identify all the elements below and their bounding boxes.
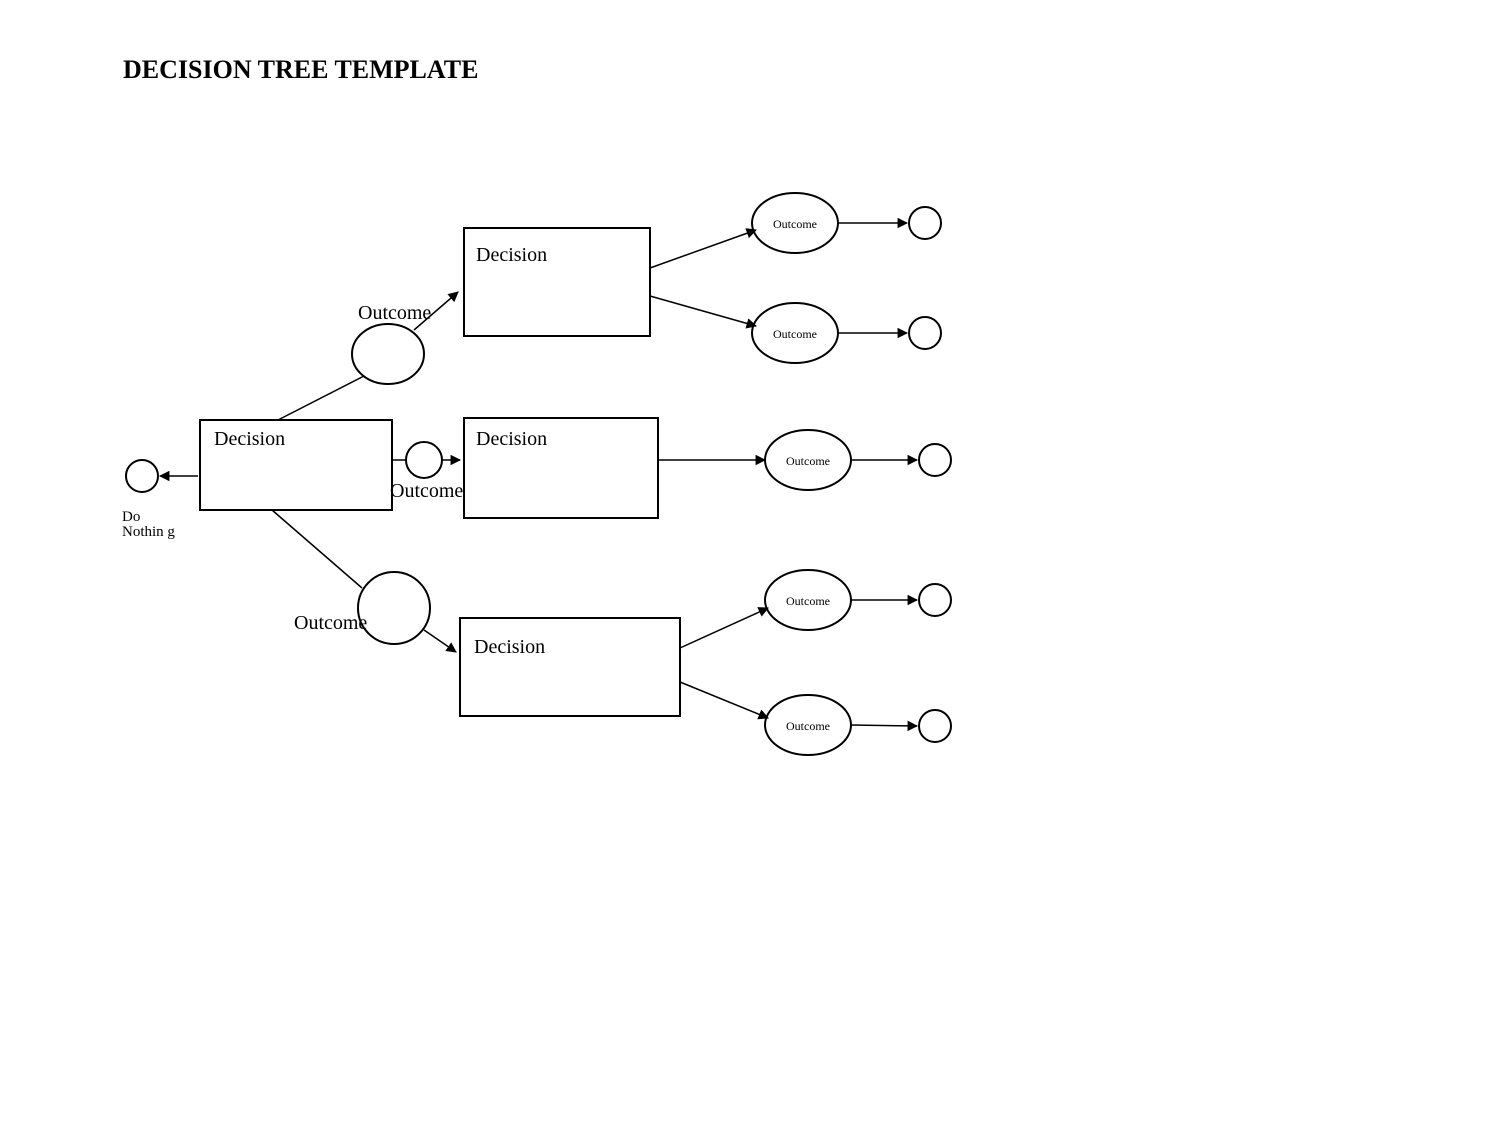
- outcome-bottom-label: Outcome: [294, 612, 367, 635]
- outcome-mid-ellipse: [406, 442, 442, 478]
- connector-root-to-outcome-bottom: [272, 510, 362, 588]
- terminal-top-a-icon: [909, 207, 941, 239]
- terminal-bottom-b-icon: [919, 710, 951, 742]
- decision-tree-diagram: DECISION TREE TEMPLATE: [0, 0, 1485, 1147]
- do-nothing-label2: Nothin g: [122, 524, 175, 541]
- connector-decision-top-to-out-b: [650, 296, 756, 326]
- outcome-top-b-label: Outcome: [772, 327, 818, 342]
- do-nothing-terminal-icon: [126, 460, 158, 492]
- connector-decision-bottom-to-out-b: [680, 682, 768, 718]
- connector-out-bottom-b-to-terminal: [851, 725, 917, 726]
- terminal-mid-icon: [919, 444, 951, 476]
- connector-outcome-bottom-to-decision-bottom: [424, 630, 456, 652]
- terminal-top-b-icon: [909, 317, 941, 349]
- outcome-bottom-b-label: Outcome: [785, 719, 831, 734]
- outcome-top-label: Outcome: [358, 302, 431, 325]
- terminal-bottom-a-icon: [919, 584, 951, 616]
- outcome-top-ellipse: [352, 324, 424, 384]
- outcome-top-a-label: Outcome: [772, 217, 818, 232]
- connector-root-to-outcome-top: [278, 376, 364, 420]
- root-decision-label: Decision: [214, 428, 285, 451]
- connector-decision-top-to-out-a: [650, 230, 756, 268]
- outcome-bottom-ellipse: [358, 572, 430, 644]
- decision-top-label: Decision: [476, 244, 547, 267]
- decision-bottom-box: [460, 618, 680, 716]
- decision-bottom-label: Decision: [474, 636, 545, 659]
- decision-mid-label: Decision: [476, 428, 547, 451]
- outcome-bottom-a-label: Outcome: [785, 594, 831, 609]
- outcome-mid-right-label: Outcome: [785, 454, 831, 469]
- diagram-svg: [0, 0, 1485, 1147]
- connector-decision-bottom-to-out-a: [680, 608, 768, 648]
- outcome-mid-label: Outcome: [390, 480, 463, 503]
